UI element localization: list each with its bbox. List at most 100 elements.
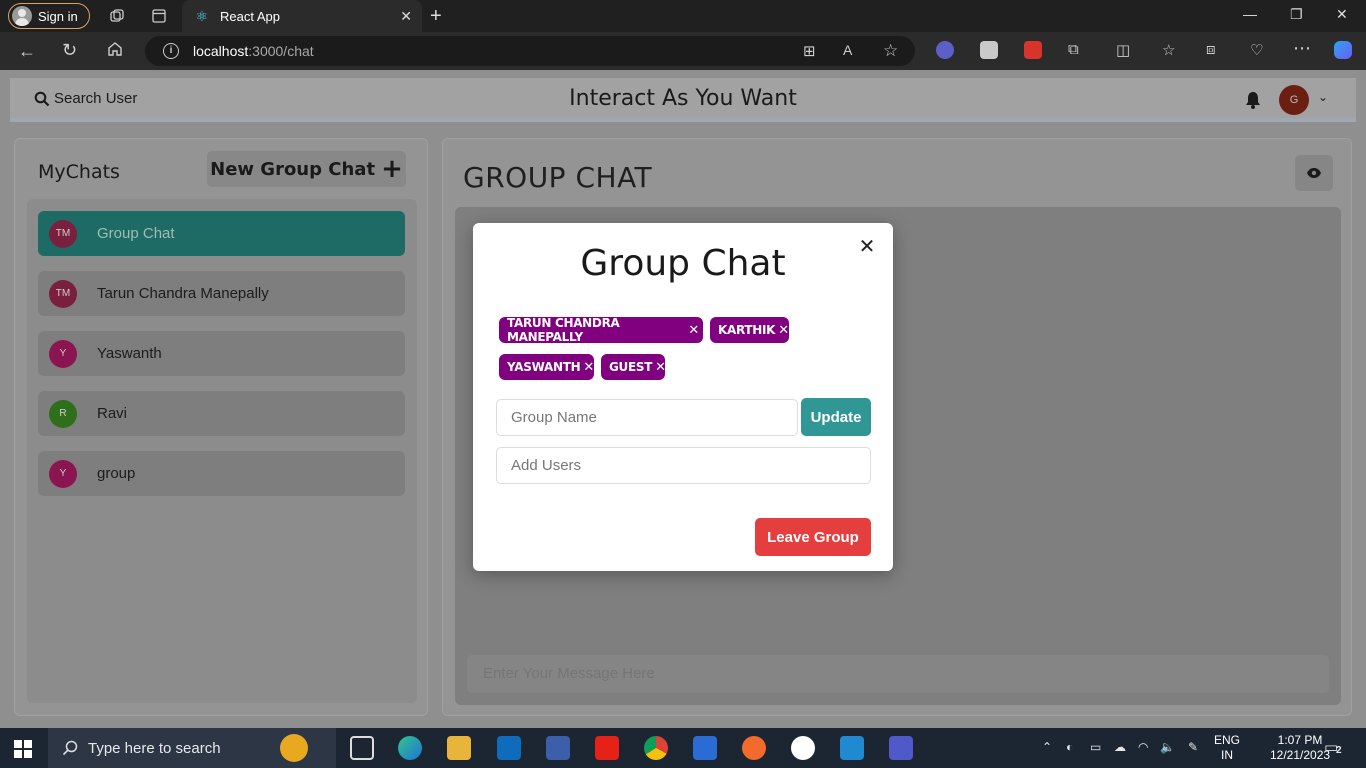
edge-icon[interactable] [398,736,422,760]
windows-start-icon[interactable] [14,740,32,763]
extension-2-icon[interactable] [980,41,998,59]
vscode-icon[interactable] [840,736,864,760]
clock-date: 12/21/2023 [1270,748,1331,762]
chat-name: Yaswanth [97,345,162,362]
close-tab-icon[interactable]: ✕ [400,8,412,25]
edge-tray-icon[interactable]: ◐ [1066,740,1073,754]
volume-icon[interactable]: 🔈 [1160,740,1175,754]
member-name: YASWANTH [507,360,581,374]
mongodb-compass-icon[interactable] [791,736,815,760]
site-info-icon[interactable]: i [163,43,179,59]
user-avatar[interactable]: G [1279,85,1309,115]
chat-item-yaswanth[interactable]: Y Yaswanth [38,331,405,376]
lang-bottom: IN [1221,748,1233,762]
modal-title: Group Chat [580,243,786,284]
clock[interactable]: 1:07 PM 12/21/2023 [1270,733,1330,763]
app-available-icon[interactable]: ⊞ [803,42,816,60]
home-icon[interactable] [106,40,124,58]
member-name: GUEST [609,360,653,374]
chat-item-tarun[interactable]: TM Tarun Chandra Manepally [38,271,405,316]
lang-top: ENG [1214,733,1241,747]
group-name-input[interactable] [496,399,798,436]
chat-item-group[interactable]: Y group [38,451,405,496]
leave-group-button[interactable]: Leave Group [755,518,871,556]
chat-avatar: Y [49,339,77,368]
browser-titlebar: Sign in ⚛ React App ✕ + — ❐ ✕ [0,0,1366,32]
my-chats-title: MyChats [38,161,120,183]
performance-icon[interactable]: ♡ [1250,41,1263,59]
copilot-icon[interactable] [1334,41,1352,59]
group-chat-modal: Group Chat ✕ TARUN CHANDRA MANEPALLY ✕ KA… [473,223,893,571]
remote-desktop-icon[interactable] [546,736,570,760]
chat-name: Tarun Chandra Manepally [97,285,269,302]
chat-title: GROUP CHAT [463,161,653,194]
clock-time: 1:07 PM [1277,733,1323,747]
remove-member-icon[interactable]: ✕ [655,360,666,375]
member-name: TARUN CHANDRA MANEPALLY [507,316,620,344]
my-chats-panel: MyChats New Group Chat + TM Group Chat T… [14,138,428,716]
signin-button[interactable]: Sign in [8,3,90,29]
add-users-input[interactable] [496,447,871,484]
favorite-star-icon[interactable]: ☆ [883,41,898,61]
address-bar[interactable]: i localhost:3000/chat [145,36,915,66]
profile-icon [12,6,32,26]
chat-avatar: TM [49,219,77,248]
chat-avatar: Y [49,459,77,488]
chat-name: Group Chat [97,225,175,242]
signin-label: Sign in [38,8,78,24]
message-input[interactable] [467,655,1329,693]
taskbar-search-box[interactable]: Type here to search [48,728,336,768]
search-icon [62,740,78,756]
tab-title: React App [220,8,280,24]
chevron-down-icon[interactable]: ⌄ [1318,90,1328,104]
back-icon[interactable]: ← [18,41,36,62]
workspaces-icon[interactable] [108,8,126,24]
more-menu-icon[interactable]: ⋯ [1293,38,1311,59]
onedrive-icon[interactable]: ☁ [1114,740,1126,754]
restore-icon[interactable]: ❐ [1290,6,1303,23]
postman-icon[interactable] [742,736,766,760]
update-button[interactable]: Update [801,398,871,436]
close-window-icon[interactable]: ✕ [1336,6,1348,23]
minimize-icon[interactable]: — [1243,6,1257,22]
eye-icon [1307,168,1321,178]
chat-item-ravi[interactable]: R Ravi [38,391,405,436]
remove-member-icon[interactable]: ✕ [778,323,789,338]
outlook-icon[interactable] [497,736,521,760]
store-icon[interactable] [693,736,717,760]
notification-bell-icon[interactable] [1243,90,1263,115]
extension-3-icon[interactable] [1024,41,1042,59]
new-tab-icon[interactable]: + [430,5,442,28]
tab-react-app[interactable]: ⚛ React App ✕ [182,0,422,32]
chat-name: group [97,465,136,482]
split-screen-icon[interactable]: ◫ [1116,41,1130,59]
new-group-chat-button[interactable]: New Group Chat + [207,151,406,187]
extensions-icon[interactable]: ⧉ [1068,41,1079,58]
new-group-chat-label: New Group Chat [210,158,376,180]
pen-icon[interactable]: ✎ [1188,740,1198,754]
chat-list: TM Group Chat TM Tarun Chandra Manepally… [27,199,417,703]
read-aloud-icon[interactable]: A [843,42,852,58]
member-badge: YASWANTH ✕ [499,354,594,380]
task-view-icon[interactable] [350,736,374,760]
remove-member-icon[interactable]: ✕ [688,323,699,338]
collections-icon[interactable]: ⧈ [1206,41,1216,58]
teams-icon[interactable] [889,736,913,760]
battery-icon[interactable]: ▭ [1090,740,1101,754]
youtube-icon[interactable] [595,736,619,760]
remove-member-icon[interactable]: ✕ [583,360,594,375]
chrome-icon[interactable] [644,736,668,760]
favorites-icon[interactable]: ☆ [1162,41,1175,59]
wifi-icon[interactable]: ◠ [1138,740,1148,754]
language-indicator[interactable]: ENG IN [1214,733,1240,763]
show-hidden-icons-icon[interactable]: ⌃ [1042,740,1052,754]
file-explorer-icon[interactable] [447,736,471,760]
chat-avatar: TM [49,279,77,308]
refresh-icon[interactable]: ↻ [62,40,77,61]
extension-1-icon[interactable] [936,41,954,59]
view-group-button[interactable] [1295,155,1333,191]
close-icon[interactable]: ✕ [857,237,877,257]
chat-item-group-chat[interactable]: TM Group Chat [38,211,405,256]
tab-actions-icon[interactable] [150,8,168,24]
app-title: Interact As You Want [569,86,797,111]
